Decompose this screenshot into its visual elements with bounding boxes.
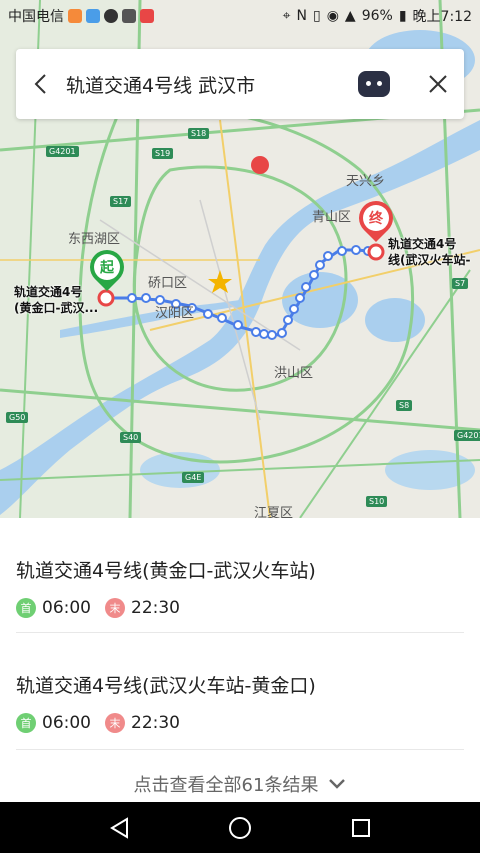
first-train-time: 06:00 (42, 713, 91, 733)
signal-icon: ▲ (344, 8, 356, 24)
nav-recents-icon[interactable] (351, 818, 371, 838)
district-label: 汉阳区 (155, 306, 195, 321)
highway-shield: S8 (396, 400, 413, 411)
result-title: 轨道交通4号线(武汉火车站-黄金口) (16, 675, 316, 697)
clock-text: 晚上7:12 (412, 9, 472, 25)
highway-shield: S19 (152, 148, 174, 159)
first-train-badge: 首 (16, 713, 36, 733)
nfc-icon: N (296, 8, 307, 24)
list-item[interactable]: 轨道交通4号线(黄金口-武汉火车站) 首 06:00 末 22:30 (16, 518, 464, 633)
results-panel: 轨道交通4号线(黄金口-武汉火车站) 首 06:00 末 22:30 轨道交通4… (0, 518, 480, 802)
first-train-time: 06:00 (42, 598, 91, 618)
highway-shield: G4E (182, 472, 205, 483)
last-train-badge: 末 (105, 598, 125, 618)
district-label: 硚口区 (148, 276, 188, 291)
location-icon: ⌖ (282, 8, 291, 24)
list-item[interactable]: 轨道交通4号线(武汉火车站-黄金口) 首 06:00 末 22:30 (16, 633, 464, 750)
last-train-badge: 末 (105, 713, 125, 733)
last-train-time: 22:30 (131, 598, 180, 618)
close-button[interactable] (412, 49, 464, 119)
eye-icon: ◉ (326, 8, 339, 24)
app-notification-icon (140, 9, 154, 23)
district-label: 洪山区 (274, 366, 314, 381)
chevron-down-icon (329, 779, 346, 789)
district-label: 江夏区 (254, 506, 294, 518)
battery-text: 96% (361, 8, 393, 24)
show-all-label: 点击查看全部61条结果 (133, 775, 319, 796)
chevron-left-icon (34, 74, 46, 94)
message-icon (104, 9, 118, 23)
district-label: 天兴乡 (346, 174, 386, 189)
voice-assistant-icon[interactable] (358, 71, 390, 97)
end-station-label-line1: 轨道交通4号 (388, 237, 457, 251)
result-times: 首 06:00 末 22:30 (16, 598, 464, 618)
district-label: 东西湖区 (68, 232, 121, 247)
start-station-label-line2: (黄金口-武汉... (14, 301, 99, 315)
start-station-label-line1: 轨道交通4号 (14, 285, 83, 299)
system-nav-bar (0, 802, 480, 853)
close-icon (429, 75, 447, 93)
app-notification-icon (122, 9, 136, 23)
app-notification-icon (86, 9, 100, 23)
nav-back-icon[interactable] (109, 816, 129, 839)
nav-home-icon[interactable] (228, 816, 252, 840)
last-train-time: 22:30 (131, 713, 180, 733)
app-notification-icon (68, 9, 82, 23)
search-bar[interactable]: 轨道交通4号线 武汉市 (16, 49, 464, 119)
highway-shield: G4201 (454, 430, 480, 441)
highway-shield: S18 (188, 128, 210, 139)
search-query[interactable]: 轨道交通4号线 武汉市 (64, 71, 358, 98)
screen: 东西湖区 硚口区 汉阳区 青山区 洪山区 江夏区 天兴乡 S18 S19 G42… (0, 0, 480, 853)
back-button[interactable] (16, 49, 64, 119)
vibrate-icon: ▯ (312, 8, 321, 24)
battery-icon: ▮ (398, 8, 407, 24)
highway-shield: S40 (120, 432, 142, 443)
show-all-results-button[interactable]: 点击查看全部61条结果 (0, 764, 480, 804)
end-station-label-line2: 线(武汉火车站- (388, 253, 471, 267)
result-title: 轨道交通4号线(黄金口-武汉火车站) (16, 560, 316, 582)
first-train-badge: 首 (16, 598, 36, 618)
highway-shield: G50 (6, 412, 29, 423)
start-station-label[interactable]: 轨道交通4号 (黄金口-武汉... (14, 284, 98, 316)
highway-shield: S17 (110, 196, 132, 207)
start-pin-text: 起 (94, 254, 120, 280)
district-label: 青山区 (312, 210, 352, 225)
end-station-label[interactable]: 轨道交通4号 线(武汉火车站- (388, 236, 470, 268)
carrier-name: 中国电信 (8, 9, 64, 25)
highway-shield: S7 (452, 278, 469, 289)
highway-shield: G4201 (46, 146, 79, 157)
highway-shield: S10 (366, 496, 388, 507)
result-times: 首 06:00 末 22:30 (16, 713, 464, 733)
end-pin-text: 终 (363, 205, 389, 231)
status-bar: 中国电信 ⌖ N ▯ ◉ ▲ 96% ▮ 晚上7:12 (0, 0, 480, 32)
